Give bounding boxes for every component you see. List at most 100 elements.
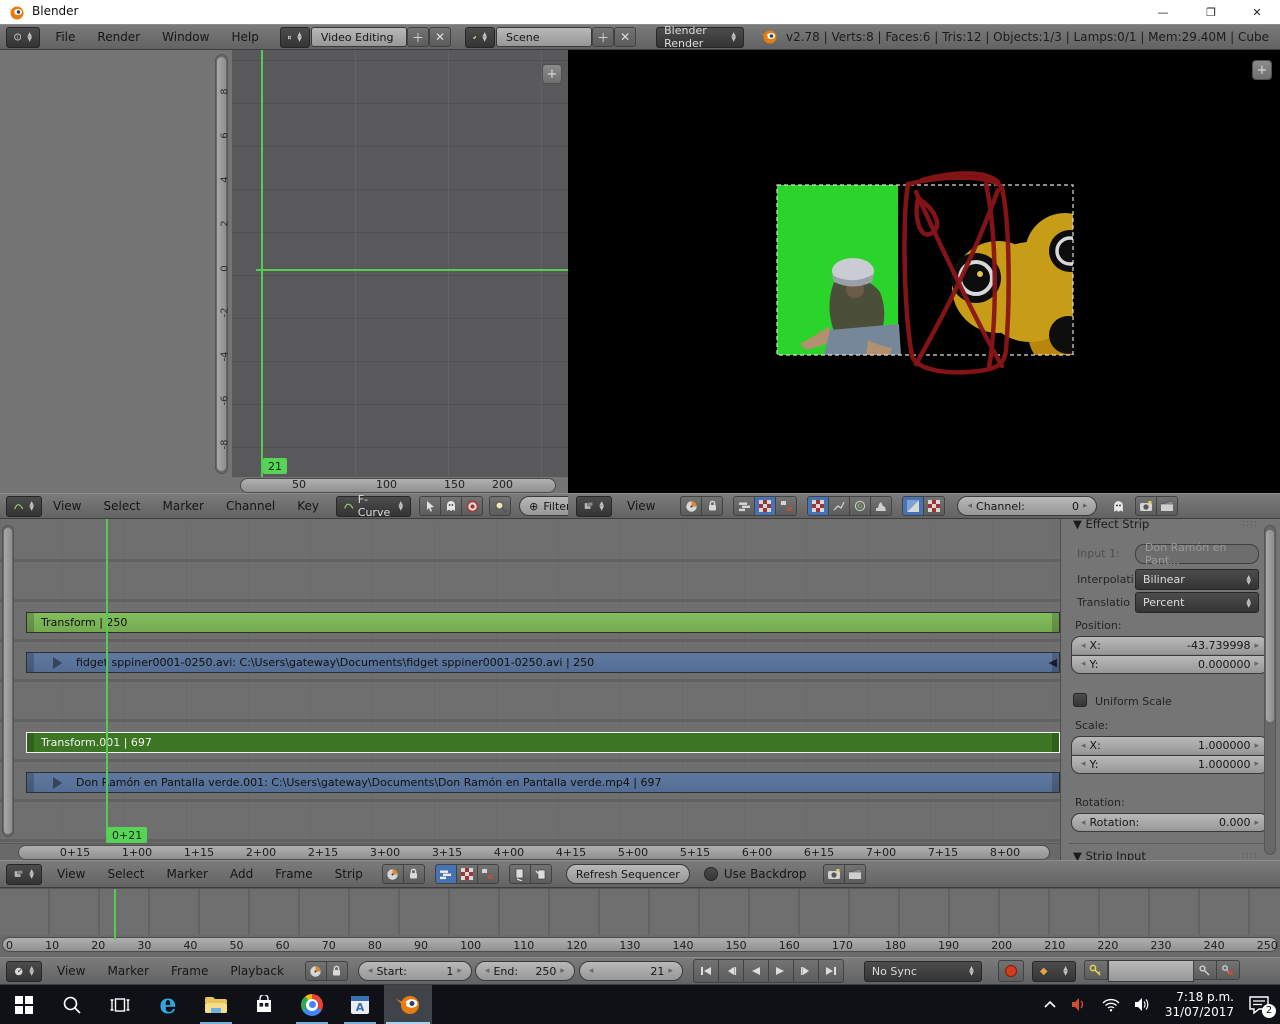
scene-name-field[interactable]: Scene xyxy=(496,27,592,47)
sequencer-editor[interactable]: 76543210 Transform | 250 fidget sppiner0… xyxy=(0,519,1060,860)
scene-icon-button[interactable] xyxy=(465,27,495,48)
clapperboard-icon[interactable] xyxy=(844,864,866,884)
add-layout-button[interactable]: ＋ xyxy=(407,27,429,47)
menu-item[interactable]: Strip xyxy=(324,867,374,881)
next-keyframe-button[interactable] xyxy=(793,959,819,983)
display-waveform-icon[interactable] xyxy=(828,496,850,516)
delete-keyframe-icon[interactable] xyxy=(1216,960,1240,980)
display-histogram-icon[interactable] xyxy=(870,496,892,516)
menu-item[interactable]: File xyxy=(44,30,86,44)
panel-header-effect-strip[interactable]: ▼ Effect Strip xyxy=(1073,517,1149,531)
jump-to-end-button[interactable] xyxy=(818,959,844,983)
panel-drag-dots-icon[interactable]: :::: xyxy=(1242,519,1258,529)
close-layout-button[interactable]: ✕ xyxy=(429,27,451,47)
menu-item[interactable]: Marker xyxy=(156,867,219,881)
menu-item[interactable]: Help xyxy=(220,30,269,44)
menu-item[interactable]: Select xyxy=(92,499,151,513)
menu-item[interactable]: Render xyxy=(86,30,151,44)
menu-item[interactable]: View xyxy=(616,499,666,513)
fcurve-properties-expand-icon[interactable]: + xyxy=(542,64,562,84)
fcurve-graph[interactable]: 21 + xyxy=(232,50,568,477)
translation-select[interactable]: Percent xyxy=(1135,592,1259,613)
view-sequence-toggle-icon[interactable] xyxy=(733,496,755,516)
channel-slider[interactable]: ◂ Channel: 0 ▸ xyxy=(957,496,1097,516)
scale-y-field[interactable]: ◂Y:1.000000▸ xyxy=(1071,755,1269,774)
editor-type-fcurve-button[interactable] xyxy=(6,496,42,517)
editor-type-sequencer-button[interactable] xyxy=(6,864,42,885)
view-both-toggle-icon[interactable] xyxy=(775,496,797,516)
keying-set-field[interactable] xyxy=(1108,960,1194,982)
document-app-icon[interactable]: A xyxy=(336,985,384,1024)
editor-type-sequencer-button[interactable] xyxy=(576,496,612,517)
menu-item[interactable]: View xyxy=(42,499,92,513)
sequencer-vertical-scrollbar[interactable] xyxy=(2,525,14,837)
close-button[interactable]: ✕ xyxy=(1234,0,1280,24)
strip-transform[interactable]: Transform | 250 xyxy=(26,612,1060,633)
display-image-toggle-icon[interactable] xyxy=(807,496,829,516)
menu-item[interactable]: Marker xyxy=(96,964,159,978)
menu-item[interactable]: Playback xyxy=(219,964,295,978)
lock-icon[interactable] xyxy=(326,961,348,981)
menu-item[interactable]: View xyxy=(46,867,96,881)
view-both-toggle-icon[interactable] xyxy=(477,864,499,884)
ghost-curves-icon[interactable] xyxy=(440,496,462,516)
speaker-icon[interactable] xyxy=(1134,997,1151,1012)
use-backdrop-checkbox[interactable] xyxy=(704,867,718,881)
insert-keyframe-icon[interactable] xyxy=(1193,960,1217,980)
cursor-tool-icon[interactable] xyxy=(419,496,441,516)
time-icon[interactable] xyxy=(305,961,327,981)
keying-set-select[interactable]: ◆ xyxy=(1032,961,1076,982)
view-sequence-toggle-icon[interactable] xyxy=(435,864,457,884)
key-icon[interactable] xyxy=(1084,960,1108,980)
rotation-field[interactable]: ◂Rotation:0.000▸ xyxy=(1071,813,1269,832)
view-preview-toggle-icon[interactable] xyxy=(754,496,776,516)
frame-start-field[interactable]: ◂Start: 1▸ xyxy=(358,961,472,981)
add-scene-button[interactable]: ＋ xyxy=(592,27,614,47)
time-icon[interactable] xyxy=(382,864,404,884)
sequencer-ruler[interactable]: 0+151+001+152+002+153+003+154+004+155+00… xyxy=(0,843,1060,860)
input1-field[interactable]: Don Ramón en Pant... xyxy=(1135,544,1259,564)
timeline-playhead[interactable] xyxy=(114,889,116,936)
edge-icon[interactable]: e xyxy=(144,985,192,1024)
menu-item[interactable]: Select xyxy=(96,867,155,881)
frame-end-field[interactable]: ◂End: 250▸ xyxy=(475,961,575,981)
channel-rgb-toggle-icon[interactable] xyxy=(902,496,924,516)
strip-donramon-movie[interactable]: Don Ramón en Pantalla verde.001: C:\User… xyxy=(26,772,1060,793)
time-icon[interactable] xyxy=(680,496,702,516)
pivot-point-icon[interactable] xyxy=(461,496,483,516)
menu-item[interactable]: Frame xyxy=(264,867,323,881)
menu-item[interactable]: View xyxy=(46,964,96,978)
play-reverse-button[interactable] xyxy=(743,959,769,983)
camera-icon[interactable] xyxy=(1135,496,1157,516)
interpolation-select[interactable]: Bilinear xyxy=(1135,569,1259,590)
file-explorer-icon[interactable] xyxy=(192,985,240,1024)
menu-item[interactable]: Frame xyxy=(160,964,219,978)
sequencer-playhead[interactable] xyxy=(106,519,108,843)
maximize-button[interactable]: ❐ xyxy=(1188,0,1234,24)
ghost-icon[interactable] xyxy=(1107,496,1129,516)
fcurve-mode-select[interactable]: F-Curve xyxy=(336,496,411,517)
menu-item[interactable]: Channel xyxy=(215,499,286,513)
wifi-icon[interactable] xyxy=(1102,998,1120,1012)
start-button[interactable] xyxy=(0,985,48,1024)
layout-icon-button[interactable] xyxy=(280,27,310,48)
strip-fidget-movie[interactable]: fidget sppiner0001-0250.avi: C:\Users\ga… xyxy=(26,652,1060,673)
timeline-track[interactable] xyxy=(0,888,1280,935)
search-icon[interactable] xyxy=(48,985,96,1024)
strip-right-handle-icon[interactable]: ◀ xyxy=(1049,656,1057,669)
action-center-icon[interactable]: 2 xyxy=(1248,995,1270,1015)
volume-mixer-icon[interactable] xyxy=(1071,997,1088,1012)
refresh-sequencer-button[interactable]: Refresh Sequencer xyxy=(566,864,690,884)
slider-left-arrow-icon[interactable]: ◂ xyxy=(967,501,972,511)
clapperboard-icon[interactable] xyxy=(1156,496,1178,516)
lock-icon[interactable] xyxy=(701,496,723,516)
prev-keyframe-button[interactable] xyxy=(718,959,744,983)
play-button[interactable] xyxy=(768,959,794,983)
copy-icon[interactable] xyxy=(509,864,531,884)
slider-right-arrow-icon[interactable]: ▸ xyxy=(1083,501,1088,511)
strip-transform-001-selected[interactable]: Transform.001 | 697 xyxy=(26,732,1060,753)
video-preview[interactable]: + xyxy=(568,50,1280,493)
current-frame-field[interactable]: ◂21▸ xyxy=(579,961,683,981)
layout-name-field[interactable]: Video Editing xyxy=(311,27,407,47)
record-button[interactable] xyxy=(998,960,1024,982)
